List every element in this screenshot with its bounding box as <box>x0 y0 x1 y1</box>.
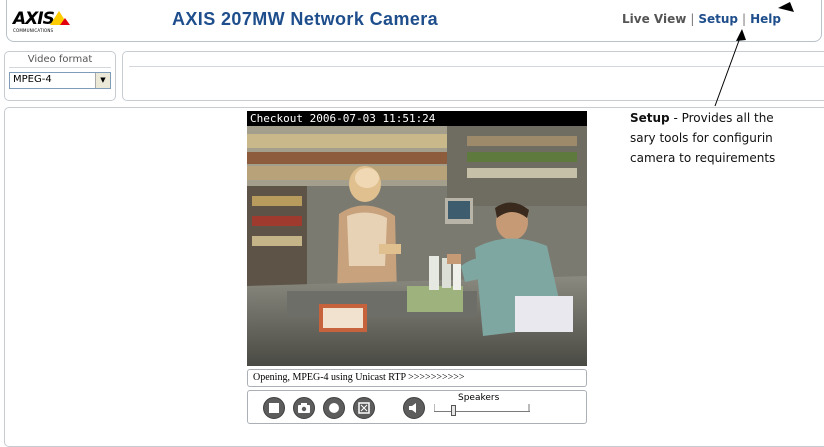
video-format-select[interactable]: MPEG-4 ▼ <box>9 72 111 89</box>
fullscreen-button[interactable] <box>353 397 375 419</box>
logo-accent-icon <box>60 18 70 25</box>
stop-button[interactable] <box>263 397 285 419</box>
video-format-label: Video format <box>27 54 93 65</box>
toolbar-panel <box>122 51 824 101</box>
stop-icon <box>269 403 279 413</box>
nav-separator: | <box>690 12 695 26</box>
camera-icon <box>298 403 310 413</box>
logo-subtext: COMMUNICATIONS <box>13 28 54 33</box>
speaker-icon <box>409 403 416 413</box>
video-format-selected-value: MPEG-4 <box>13 74 52 85</box>
nav-live-view-link[interactable]: Live View <box>622 12 686 26</box>
divider <box>129 66 824 67</box>
annotation-line-1: Setup - Provides all the <box>630 108 824 128</box>
page-title: AXIS 207MW Network Camera <box>172 9 439 29</box>
nav-help-link[interactable]: Help <box>750 12 781 26</box>
video-format-panel: Video format MPEG-4 ▼ <box>4 51 116 101</box>
snapshot-button[interactable] <box>293 397 315 419</box>
nav-separator: | <box>742 12 747 26</box>
volume-slider-thumb[interactable] <box>450 405 456 416</box>
stream-status-text: Opening, MPEG-4 using Unicast RTP >>>>>>… <box>253 372 465 383</box>
video-controls-bar: Speakers <box>247 390 587 424</box>
speaker-button[interactable] <box>403 397 425 419</box>
volume-slider-track[interactable] <box>434 411 530 412</box>
record-button[interactable] <box>323 397 345 419</box>
axis-logo[interactable]: AXIS COMMUNICATIONS <box>13 9 73 37</box>
divider <box>9 67 111 68</box>
annotation-line-2: sary tools for configurin <box>630 131 773 145</box>
video-overlay-text: Checkout 2006-07-03 11:51:24 <box>250 112 436 125</box>
annotation-line-1-text: - Provides all the <box>669 111 774 125</box>
fullscreen-icon <box>358 402 370 414</box>
annotation-term: Setup <box>630 111 670 125</box>
video-scene-image <box>247 126 587 366</box>
speakers-label: Speakers <box>458 393 500 403</box>
chevron-down-icon[interactable]: ▼ <box>95 73 110 88</box>
nav-setup-link[interactable]: Setup <box>698 12 738 26</box>
stream-status-bar: Opening, MPEG-4 using Unicast RTP >>>>>>… <box>247 369 587 387</box>
live-video-image[interactable] <box>247 126 587 366</box>
top-navigation: Live View | Setup | Help <box>622 12 781 26</box>
logo-text: AXIS <box>13 9 55 29</box>
record-icon <box>329 403 339 413</box>
video-overlay-bar: Checkout 2006-07-03 11:51:24 <box>247 111 587 126</box>
help-annotation: Setup - Provides all the sary tools for … <box>630 108 824 168</box>
annotation-line-3: camera to requirements <box>630 151 776 165</box>
